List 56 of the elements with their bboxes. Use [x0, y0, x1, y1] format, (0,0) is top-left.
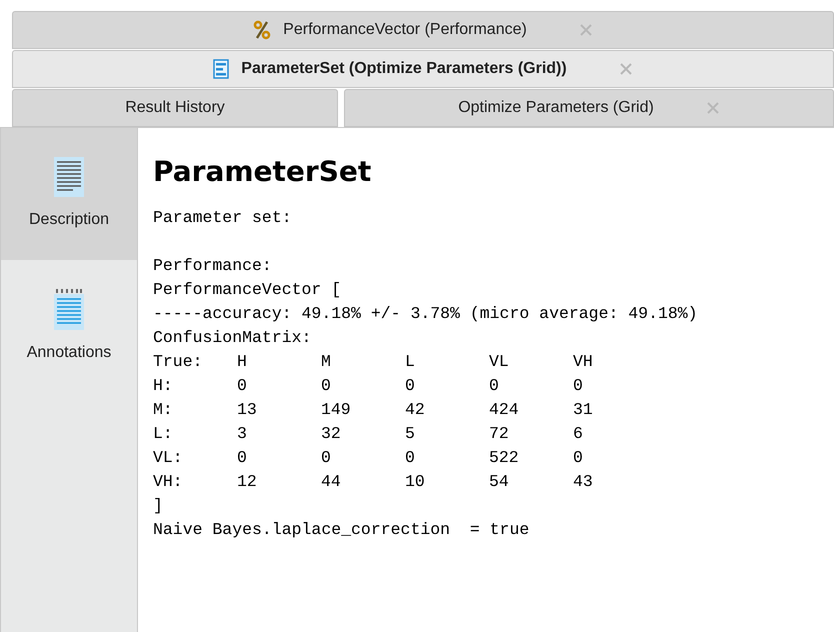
table-cell-text: VH:: [153, 471, 184, 493]
table-cell-text: 6: [573, 423, 584, 445]
table-cell-text: 0: [321, 447, 332, 469]
table-cell-text: 0: [237, 375, 248, 397]
table-cell-text: 3: [237, 423, 248, 445]
sidebar-item[interactable]: Description: [1, 128, 137, 260]
page-title: ParameterSet: [153, 158, 372, 186]
table-cell-text: 32: [321, 423, 342, 445]
text-line: ConfusionMatrix:: [153, 327, 312, 349]
table-cell-text: 31: [573, 399, 594, 421]
table-cell-text: 522: [489, 447, 520, 469]
document-icon: [53, 156, 85, 198]
table-cell-text: M: [321, 351, 332, 373]
table-cell-text: VH: [573, 351, 594, 373]
text-line: Parameter set:: [153, 207, 293, 229]
table-cell-text: 44: [321, 471, 342, 493]
tab[interactable]: Optimize Parameters (Grid): [344, 89, 834, 127]
table-cell-text: 43: [573, 471, 594, 493]
table-cell-text: VL: [489, 351, 510, 373]
table-cell-text: 0: [489, 375, 500, 397]
notepad-icon: [53, 287, 85, 331]
percent-icon: [253, 20, 272, 40]
table-cell-text: 12: [237, 471, 258, 493]
table-cell-text: 424: [489, 399, 520, 421]
table-cell-text: 72: [489, 423, 510, 445]
tab[interactable]: ParameterSet (Optimize Parameters (Grid)): [12, 50, 834, 88]
table-cell-text: 149: [321, 399, 352, 421]
table-cell-text: 10: [405, 471, 426, 493]
table-cell-text: 0: [237, 447, 248, 469]
table-cell-text: VL:: [153, 447, 184, 469]
close-icon[interactable]: [618, 62, 633, 76]
table-cell-text: 0: [321, 375, 332, 397]
table-cell-text: H: [237, 351, 248, 373]
table-cell-text: 0: [405, 375, 416, 397]
tab[interactable]: Result History: [12, 89, 338, 127]
table-cell-text: 42: [405, 399, 426, 421]
text-line: PerformanceVector [: [153, 279, 342, 301]
text-line: Naive Bayes.laplace_correction = true: [153, 519, 530, 541]
table-cell-text: 0: [405, 447, 416, 469]
table-cell-text: H:: [153, 375, 174, 397]
text-line: -----accuracy: 49.18% +/- 3.78% (micro average: 49.18%): [153, 303, 699, 325]
table-cell-text: 5: [405, 423, 416, 445]
text-line: Performance:: [153, 255, 273, 277]
table-cell-text: 13: [237, 399, 258, 421]
table-cell-text: L:: [153, 423, 174, 445]
tab[interactable]: PerformanceVector (Performance): [12, 11, 834, 49]
document-icon: [213, 59, 230, 79]
table-cell-text: L: [405, 351, 416, 373]
close-icon[interactable]: [578, 23, 593, 37]
table-cell-text: 0: [573, 447, 584, 469]
table-cell-text: 54: [489, 471, 510, 493]
table-cell-text: 0: [573, 375, 584, 397]
table-cell-text: M:: [153, 399, 174, 421]
close-icon[interactable]: [706, 101, 720, 115]
table-cell-text: True:: [153, 351, 204, 373]
text-line: ]: [153, 495, 164, 517]
